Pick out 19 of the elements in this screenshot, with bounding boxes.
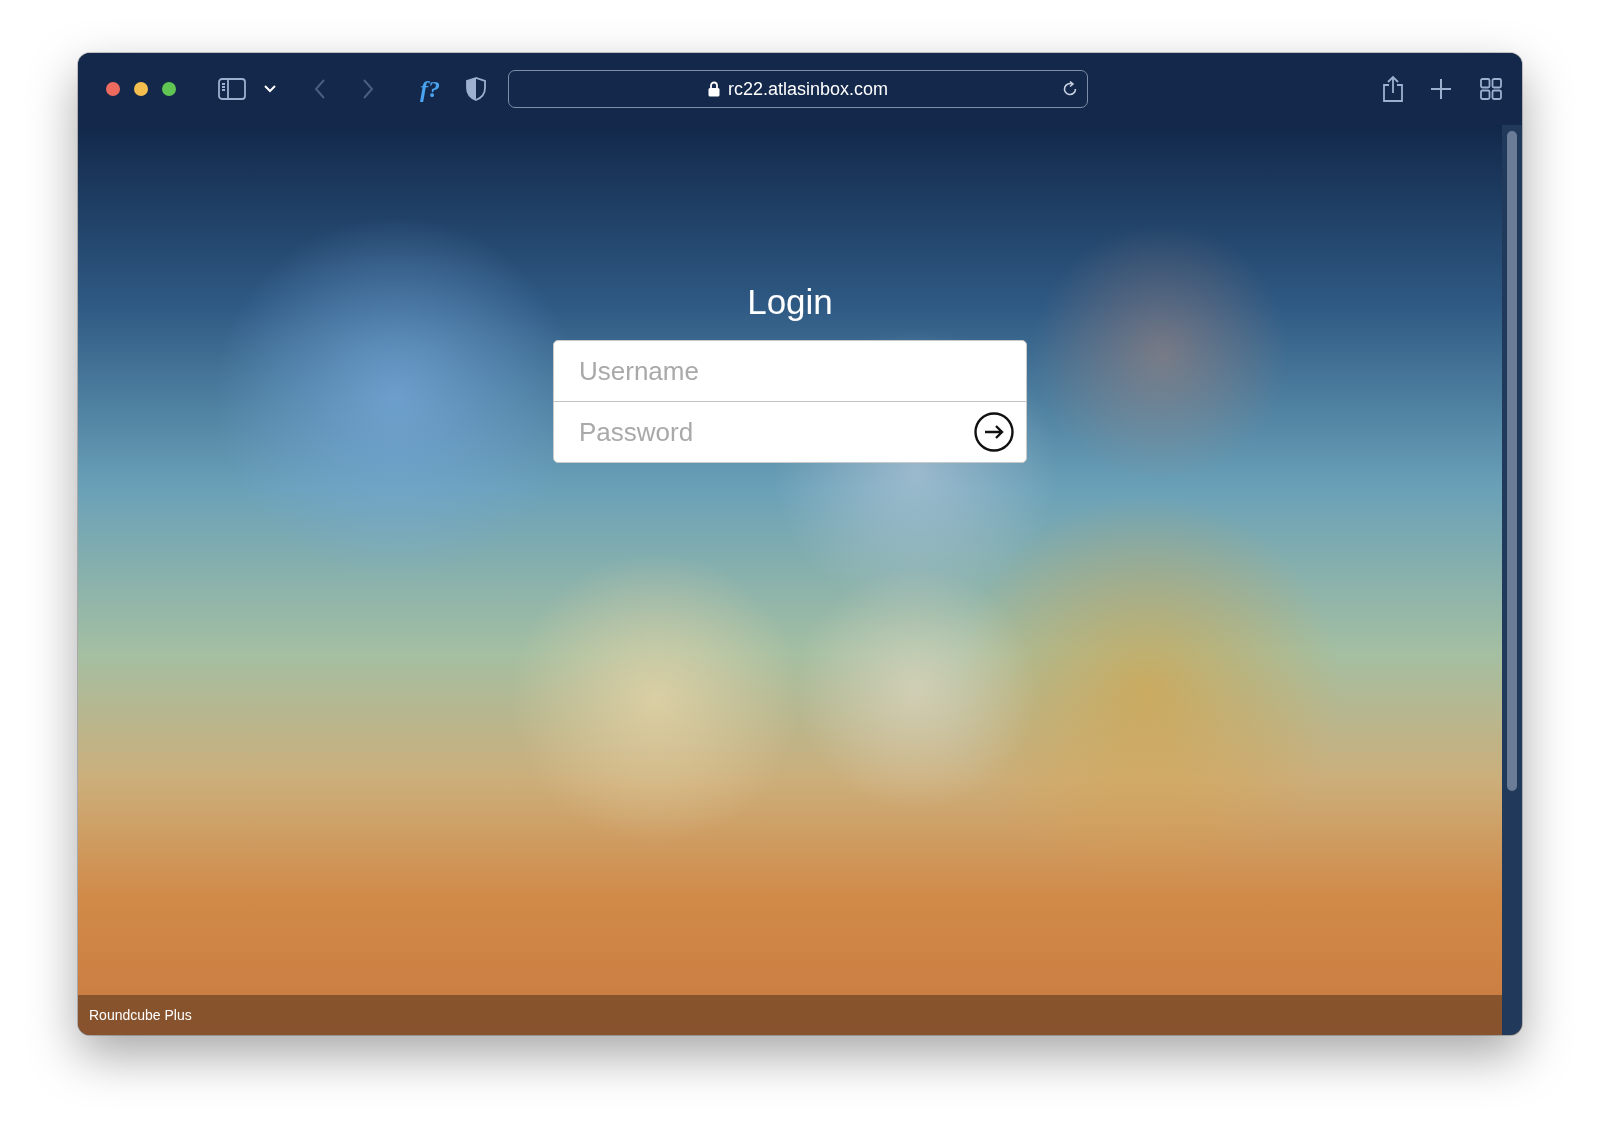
url-text: rc22.atlasinbox.com [727, 78, 889, 100]
tab-overview-icon[interactable] [1480, 78, 1502, 100]
reload-icon[interactable] [1061, 80, 1079, 98]
scrollbar-thumb[interactable] [1507, 131, 1517, 791]
address-bar[interactable]: rc22.atlasinbox.com [508, 70, 1088, 108]
chevron-down-icon[interactable] [264, 85, 276, 93]
maximize-button[interactable] [162, 82, 176, 96]
shield-icon[interactable] [466, 77, 486, 101]
sidebar-toggle-icon[interactable] [218, 78, 246, 100]
extension-button[interactable]: f? [420, 77, 440, 101]
login-title: Login [747, 282, 833, 322]
password-field[interactable]: Password [579, 416, 974, 448]
share-icon[interactable] [1382, 75, 1404, 103]
close-button[interactable] [106, 82, 120, 96]
username-field[interactable]: Username [579, 355, 1014, 387]
brand-name: Roundcube Plus [89, 1007, 192, 1023]
new-tab-icon[interactable] [1430, 78, 1452, 100]
minimize-button[interactable] [134, 82, 148, 96]
submit-arrow-icon[interactable] [974, 412, 1014, 452]
